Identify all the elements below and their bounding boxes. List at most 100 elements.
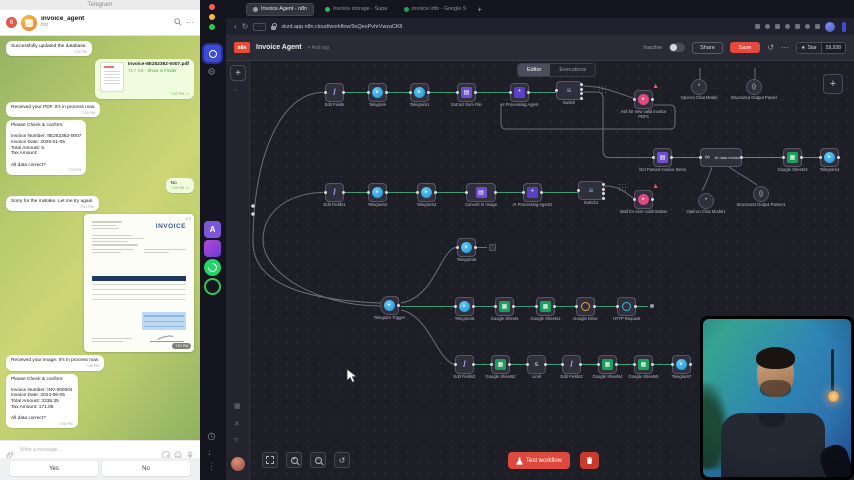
extension-icon[interactable] [815,24,820,29]
activation-toggle[interactable] [669,43,685,52]
chat-menu-icon[interactable]: ⋯ [186,19,194,27]
workflow-node-google-sheets1[interactable]: ▦Google Sheets1 [536,297,555,316]
workflow-node-google-sheets3[interactable]: ▦Google Sheets3 [783,148,802,167]
extension-icon[interactable] [755,24,760,29]
close-window-icon[interactable] [209,4,215,10]
workflow-node-google-sheets5[interactable]: ▦Google Sheets5 [634,355,653,374]
workflow-node-edit-fields[interactable]: /Edit Fields [325,83,344,102]
workflow-node-convert-to-image[interactable]: ▤Convert to Image [466,183,496,202]
no-button[interactable]: No [102,461,190,476]
workflow-node-edit-fields2[interactable]: /Edit Fields2 [455,355,474,374]
workflow-node-ai-processing-agent[interactable]: *AI Processing Agent [510,83,529,102]
pdf-attachment[interactable]: Invoice-8E252362-0007.pdf73.7 KB · Show … [95,59,194,99]
user-avatar[interactable] [231,457,245,471]
tab-editor[interactable]: Editor [518,64,550,76]
workflow-node-http-request[interactable]: HTTP Request [617,297,636,316]
workflow-node-switch[interactable]: ≡Switch [556,81,582,100]
history-icon[interactable]: ↺ [767,44,774,52]
workflow-node-telegram6[interactable]: ▸Telegram6 [455,297,474,316]
workflow-node-telegram2[interactable]: ▸Telegram2 [368,183,387,202]
back-icon[interactable]: ‹ [234,23,237,31]
workflow-node-google-sheets[interactable]: ▦Google Sheets [495,297,514,316]
workflow-node-telegram5[interactable]: ▸Telegram5 [457,238,476,257]
zoom-out-button[interactable]: − [310,452,326,468]
templates-icon[interactable]: ▦ [234,403,241,410]
help-icon[interactable]: ? [234,438,238,445]
extension-icon[interactable] [785,24,790,29]
workflow-title[interactable]: Invoice Agent [256,44,302,51]
save-button[interactable]: Save [730,42,761,53]
extension-icon[interactable] [765,24,770,29]
rail-add-button[interactable]: + [230,65,246,81]
workflow-node-google-drive[interactable]: Google Drive [576,297,595,316]
emoji-icon[interactable] [174,446,182,454]
browser-tab[interactable]: Invoice storage - Supa [319,3,393,16]
more-menu-icon[interactable]: ⋯ [781,44,789,52]
workflow-node-google-sheets2[interactable]: ▦Google Sheets2 [491,355,510,374]
add-tag-button[interactable]: + Add tag [308,45,329,51]
workflow-node-telegram7[interactable]: ▸Telegram7 [672,355,691,374]
zoom-in-button[interactable]: + [286,452,302,468]
pdf-filename[interactable]: Invoice-8E252362-0007.pdf [128,62,189,67]
workflow-node-telegram[interactable]: ▸Telegram [368,83,387,102]
extension-icon[interactable] [805,24,810,29]
reload-icon[interactable]: ↻ [242,23,249,31]
workflow-node-ai-data-extract[interactable]: ∞AI data extract [700,148,742,167]
tab-executions[interactable]: Executions [550,64,595,76]
unread-badge[interactable]: 6 [6,17,17,28]
workflow-node-telegram3[interactable]: ▸Telegram3 [417,183,436,202]
sidebar-toggle[interactable] [842,22,846,32]
n8n-logo[interactable]: n8n [234,42,250,53]
add-node-button[interactable]: + [823,74,843,94]
mic-icon[interactable] [186,446,194,454]
workflow-node-openai-chat-model1[interactable]: *OpenAI Chat Model1 [698,193,714,209]
url-text[interactable]: xkzd.app.n8n.cloud/workflow/9sQeoPvhrVwz… [281,24,750,30]
more-dock-icon[interactable]: ⋮ [207,462,216,471]
workflow-node-edit-fields1[interactable]: /Edit Fields1 [325,183,344,202]
invoice-image-message[interactable]: ✓✓INVOICE7:07 PM [84,214,194,352]
workflow-node-switch1[interactable]: ≡Switch1 [578,181,604,200]
download-icon[interactable]: ↓ [207,448,212,457]
browser-tab[interactable]: Invoice Agent - n8n [246,3,314,16]
app-icon-a[interactable]: A [204,221,221,238]
extension-icon[interactable] [775,24,780,29]
workflow-node-edit-fields3[interactable]: /Edit Fields3 [562,355,581,374]
attach-icon[interactable] [6,446,14,454]
delete-workflow-button[interactable] [580,452,599,469]
new-tab-button[interactable]: + [477,5,482,14]
search-icon[interactable] [174,18,182,28]
workflow-node-telegram1[interactable]: ▸Telegram1 [410,83,429,102]
workflow-node-openai-chat-model[interactable]: *OpenAI Chat Model [691,79,707,95]
pdf-thumbnail[interactable] [100,62,124,92]
undo-button[interactable]: ↺ [334,452,350,468]
whatsapp-icon[interactable] [204,259,221,276]
workflow-node-extract-from-file[interactable]: ▤Extract from File [457,83,476,102]
test-workflow-button[interactable]: Test workflow [508,452,570,469]
profile-avatar[interactable] [825,22,835,32]
extension-icon[interactable] [795,24,800,29]
share-button[interactable]: Share [692,42,723,54]
app-icon-purple[interactable] [204,240,221,257]
variables-icon[interactable]: ✕ [234,421,240,428]
clock-icon[interactable] [207,432,216,443]
extension-pill[interactable]: ⋯ [253,23,266,31]
workflow-node-limit[interactable]: ≤Limit [527,355,546,374]
workflow-node-get-parsed-invoice-items[interactable]: ▤Get Parsed Invoice Items [653,148,672,167]
show-in-finder-link[interactable]: Show in Finder [147,68,176,73]
workflow-node-ai-processing-agent1[interactable]: *AI Processing Agent1 [523,183,542,202]
workflow-node-wait-for-user-confirmation[interactable]: ▸Wait for user confirmation▲ [634,190,653,209]
workflow-node-telegram4[interactable]: ▸Telegram4 [820,148,839,167]
yes-button[interactable]: Yes [10,461,98,476]
github-star-widget[interactable]: ★Star 59,938 [796,42,846,54]
workflow-node-telegram-trigger[interactable]: ▸Telegram Trigger [380,296,399,315]
gear-icon[interactable] [207,67,216,78]
minimize-window-icon[interactable] [209,14,215,20]
bot-avatar[interactable] [21,15,37,31]
workflow-node-google-sheets4[interactable]: ▦Google Sheets4 [598,355,617,374]
active-browser-app-icon[interactable] [204,45,221,62]
rail-nodes-icon[interactable]: ◦ [234,87,236,94]
workflow-node-structured-output-parser1[interactable]: {}Structured Output Parser1 [753,186,769,202]
browser-tab[interactable]: invoice info - Google S [398,3,472,16]
app-icon-green[interactable] [204,278,221,295]
zoom-window-icon[interactable] [209,24,215,30]
